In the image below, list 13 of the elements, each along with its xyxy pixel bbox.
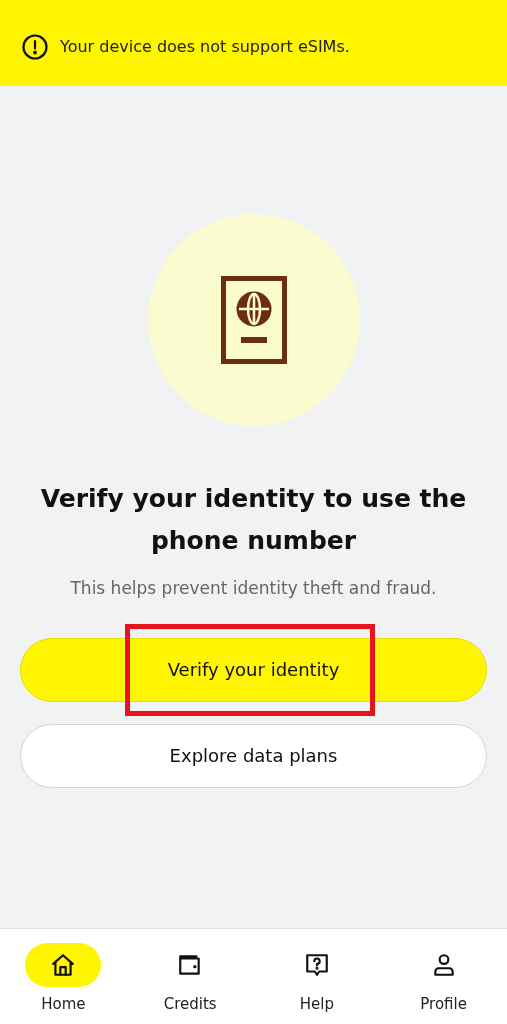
home-icon (50, 952, 77, 978)
page-title: Verify your identity to use the phone number (39, 483, 468, 557)
nav-tab[interactable]: Help (253, 943, 381, 1024)
nav-tab[interactable]: Credits (126, 943, 254, 1024)
explore-button[interactable]: Explore data plans (20, 723, 487, 788)
nav-tab[interactable]: Home (0, 943, 127, 1024)
help-icon (303, 952, 330, 978)
warning-icon (22, 34, 48, 60)
nav-tab[interactable]: Profile (380, 943, 507, 1024)
banner-message: Your device does not support eSIMs. (60, 36, 350, 58)
passport-icon (220, 276, 287, 364)
page-subtitle: This helps prevent identity theft and fraud. (70, 577, 437, 600)
verify-button[interactable]: Verify your identity (20, 637, 487, 702)
